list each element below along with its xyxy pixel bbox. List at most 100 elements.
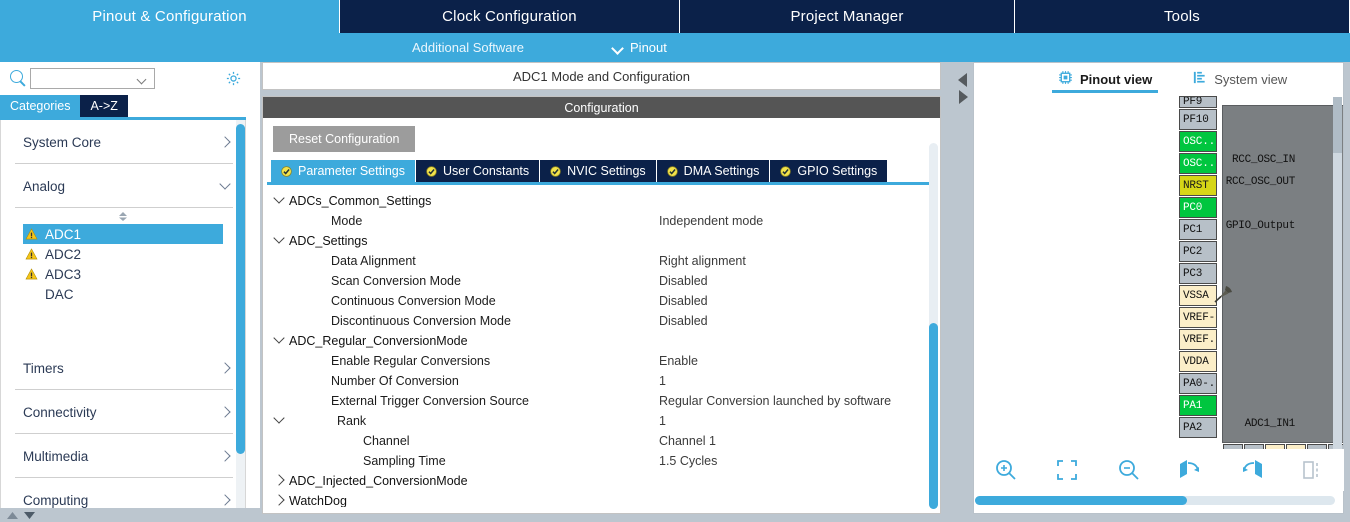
pin-vref-minus[interactable]: VREF- [1179,307,1217,328]
pin-pc2[interactable]: PC2 [1179,241,1217,262]
category-label: System Core [23,134,102,150]
tree-row-label: Discontinuous Conversion Mode [331,314,511,328]
tab-nvic-settings[interactable]: NVIC Settings [540,160,657,182]
sidebar-scrollbar-thumb[interactable] [236,124,245,454]
pin-pa0[interactable]: PA0-.. [1179,373,1217,394]
tree-row[interactable]: ADC_Injected_ConversionMode [263,471,940,491]
tab-user-constants[interactable]: User Constants [416,160,541,182]
chevron-down-icon[interactable] [273,234,287,248]
pin-nrst[interactable]: NRST [1179,175,1217,196]
tree-row[interactable]: Rank 1 [263,411,940,431]
tab-gpio-settings[interactable]: GPIO Settings [770,160,889,182]
tree-row[interactable]: WatchDog [263,491,940,507]
rotate-right-icon[interactable] [1160,450,1222,490]
pinout-toolbar [975,449,1344,491]
sidebar-tab-categories[interactable]: Categories [0,95,81,117]
configuration-scrollbar-thumb[interactable] [929,323,938,509]
tree-row[interactable]: Scan Conversion Mode Disabled [263,271,940,291]
tab-pinout-view[interactable]: Pinout view [1052,68,1159,93]
tab-dma-settings[interactable]: DMA Settings [656,160,771,182]
zoom-out-icon[interactable] [1098,450,1160,490]
tab-pinout-configuration[interactable]: Pinout & Configuration [0,0,340,33]
left-pin-column: PF9 PF10 OSC.. OSC.. NRST PC0 PC1 PC2 PC… [1179,96,1219,439]
pin-pc3[interactable]: PC3 [1179,263,1217,284]
pin-pc1[interactable]: PC1 [1179,219,1217,240]
chevron-down-icon[interactable] [273,194,287,208]
pin-pf10[interactable]: PF10 [1179,109,1217,130]
sidebar-category-connectivity[interactable]: Connectivity [1,390,245,434]
sidebar-category-multimedia[interactable]: Multimedia [1,434,245,478]
panel-divider[interactable] [955,62,971,522]
rotate-left-icon[interactable] [1221,450,1283,490]
sidebar-category-system-core[interactable]: System Core [1,120,245,164]
search-input-wrapper[interactable] [30,67,155,89]
sidebar-item-dac[interactable]: DAC [1,284,245,304]
flip-icon[interactable] [1283,450,1345,490]
scroll-grip-icon[interactable] [1,208,245,224]
pin-vdda[interactable]: VDDA [1179,351,1217,372]
sidebar-item-adc1[interactable]: ADC1 [23,224,223,244]
chevron-down-icon[interactable] [138,76,147,85]
tree-row-label: ADC_Regular_ConversionMode [289,334,468,348]
tree-row[interactable]: Number Of Conversion 1 [263,371,940,391]
pinout-horizontal-scrollbar-thumb[interactable] [975,496,1187,505]
chevron-right-icon[interactable] [273,494,287,507]
configuration-scrollbar[interactable] [929,143,938,509]
tab-parameter-settings[interactable]: Parameter Settings [271,160,416,182]
tree-row[interactable]: Enable Regular Conversions Enable [263,351,940,371]
chevron-right-icon[interactable] [273,474,287,488]
pin-signal-rcc-osc-in: RCC_OSC_IN [1231,154,1295,166]
tab-project-manager[interactable]: Project Manager [680,0,1015,33]
pin-pc0[interactable]: PC0 [1179,197,1217,218]
sidebar-category-computing[interactable]: Computing [1,478,245,508]
sidebar-category-timers[interactable]: Timers [1,346,245,390]
additional-software-button[interactable]: Additional Software [412,33,524,62]
tab-clock-configuration[interactable]: Clock Configuration [340,0,680,33]
sidebar-category-analog[interactable]: Analog [1,164,245,208]
tree-row[interactable]: Continuous Conversion Mode Disabled [263,291,940,311]
pin-pf9[interactable]: PF9 [1179,96,1217,108]
tree-row[interactable]: ADCs_Common_Settings [263,191,940,211]
check-circle-icon [426,165,437,177]
tree-row[interactable]: Sampling Time 1.5 Cycles [263,451,940,471]
sidebar-item-adc2[interactable]: ADC2 [1,244,245,264]
scroll-up-icon[interactable] [6,507,19,522]
chip-diagram[interactable]: PF9 PF10 OSC.. OSC.. NRST PC0 PC1 PC2 PC… [974,96,1343,481]
pinout-menu-button[interactable]: Pinout [612,33,667,62]
chevron-down-icon[interactable] [273,414,287,428]
pin-osc-out[interactable]: OSC.. [1179,153,1217,174]
pinout-vertical-scrollbar[interactable] [1333,97,1342,481]
category-label: Multimedia [23,448,89,464]
pin-vref-plus[interactable]: VREF.. [1179,329,1217,350]
chevron-down-icon[interactable] [273,334,287,348]
reset-configuration-button[interactable]: Reset Configuration [273,126,416,152]
pin-signal-rcc-osc-out: RCC_OSC_OUT [1225,176,1296,188]
sidebar-item-adc3[interactable]: ADC3 [1,264,245,284]
configuration-card: Configuration Reset Configuration Parame… [262,96,941,514]
tree-row[interactable]: External Trigger Conversion Source Regul… [263,391,940,411]
tree-row[interactable]: ADC_Settings [263,231,940,251]
sidebar-tab-a-to-z[interactable]: A->Z [80,95,128,117]
pinout-vertical-scrollbar-thumb[interactable] [1333,97,1342,153]
tab-tools[interactable]: Tools [1015,0,1350,33]
search-input[interactable] [31,68,131,88]
pin-label: OSC.. [1183,157,1216,170]
scroll-down-icon[interactable] [23,507,36,522]
pinout-horizontal-scrollbar[interactable] [975,496,1335,505]
tree-row[interactable]: Discontinuous Conversion Mode Disabled [263,311,940,331]
zoom-in-icon[interactable] [975,450,1037,490]
pin-osc-in[interactable]: OSC.. [1179,131,1217,152]
tree-row[interactable]: Channel Channel 1 [263,431,940,451]
gear-icon[interactable] [225,70,242,87]
tree-row[interactable]: Mode Independent mode [263,211,940,231]
pin-pa2[interactable]: PA2 [1179,417,1217,438]
tree-row[interactable]: ADC_Regular_ConversionMode [263,331,940,351]
pin-label: VSSA [1183,289,1209,302]
pin-pa1[interactable]: PA1 [1179,395,1217,416]
sidebar-scrollbar[interactable] [236,120,245,508]
divider-arrows[interactable] [956,72,970,111]
fit-to-screen-icon[interactable] [1037,450,1099,490]
tree-row[interactable]: Data Alignment Right alignment [263,251,940,271]
mode-and-configuration-title: ADC1 Mode and Configuration [262,62,941,90]
tab-system-view[interactable]: System view [1186,68,1293,92]
